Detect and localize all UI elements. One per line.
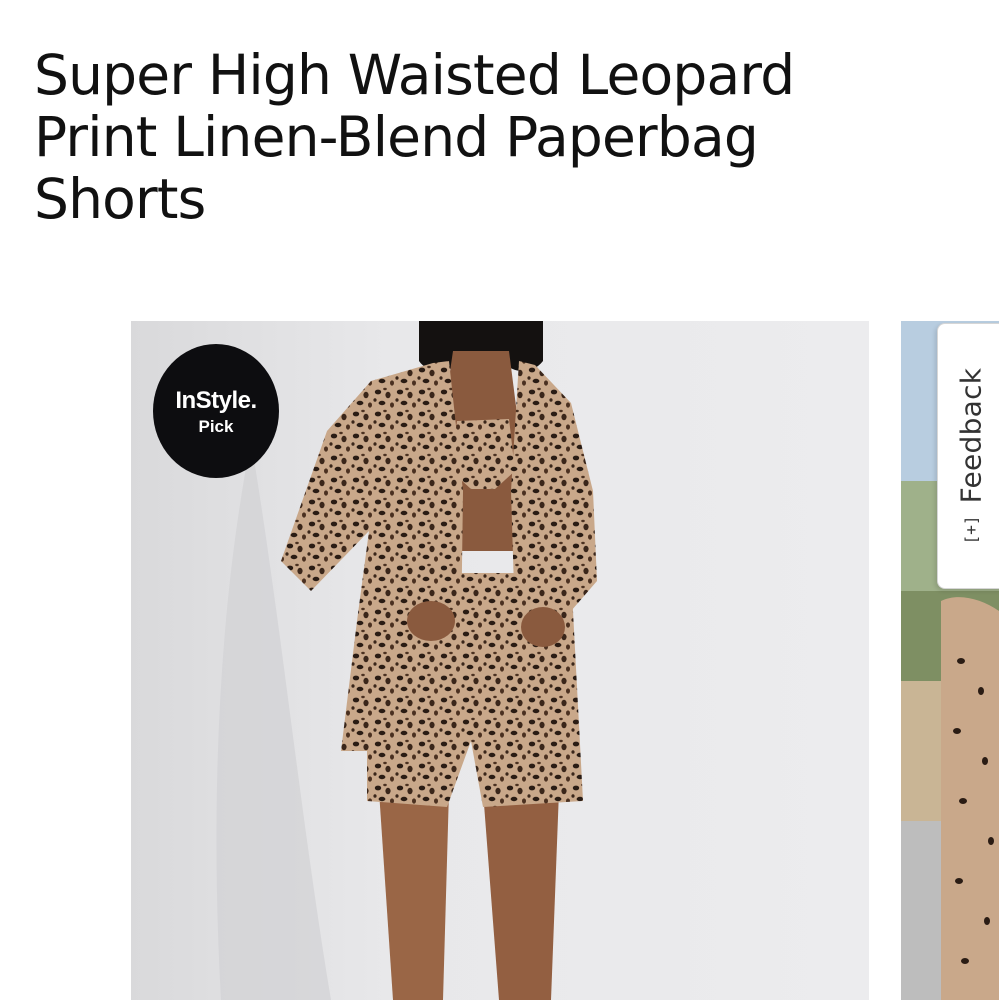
product-title: Super High Waisted Leopard Print Linen-B…: [34, 43, 795, 231]
product-image-carousel[interactable]: [0, 321, 999, 1000]
instyle-pick-badge: InStyle. Pick: [153, 344, 279, 478]
feedback-button[interactable]: [+] Feedback: [937, 323, 999, 589]
product-page: Super High Waisted Leopard Print Linen-B…: [0, 0, 999, 1000]
badge-brand: InStyle.: [175, 387, 257, 414]
plus-icon: [+]: [961, 515, 980, 545]
feedback-label: Feedback: [954, 367, 987, 504]
badge-sub: Pick: [198, 417, 234, 436]
